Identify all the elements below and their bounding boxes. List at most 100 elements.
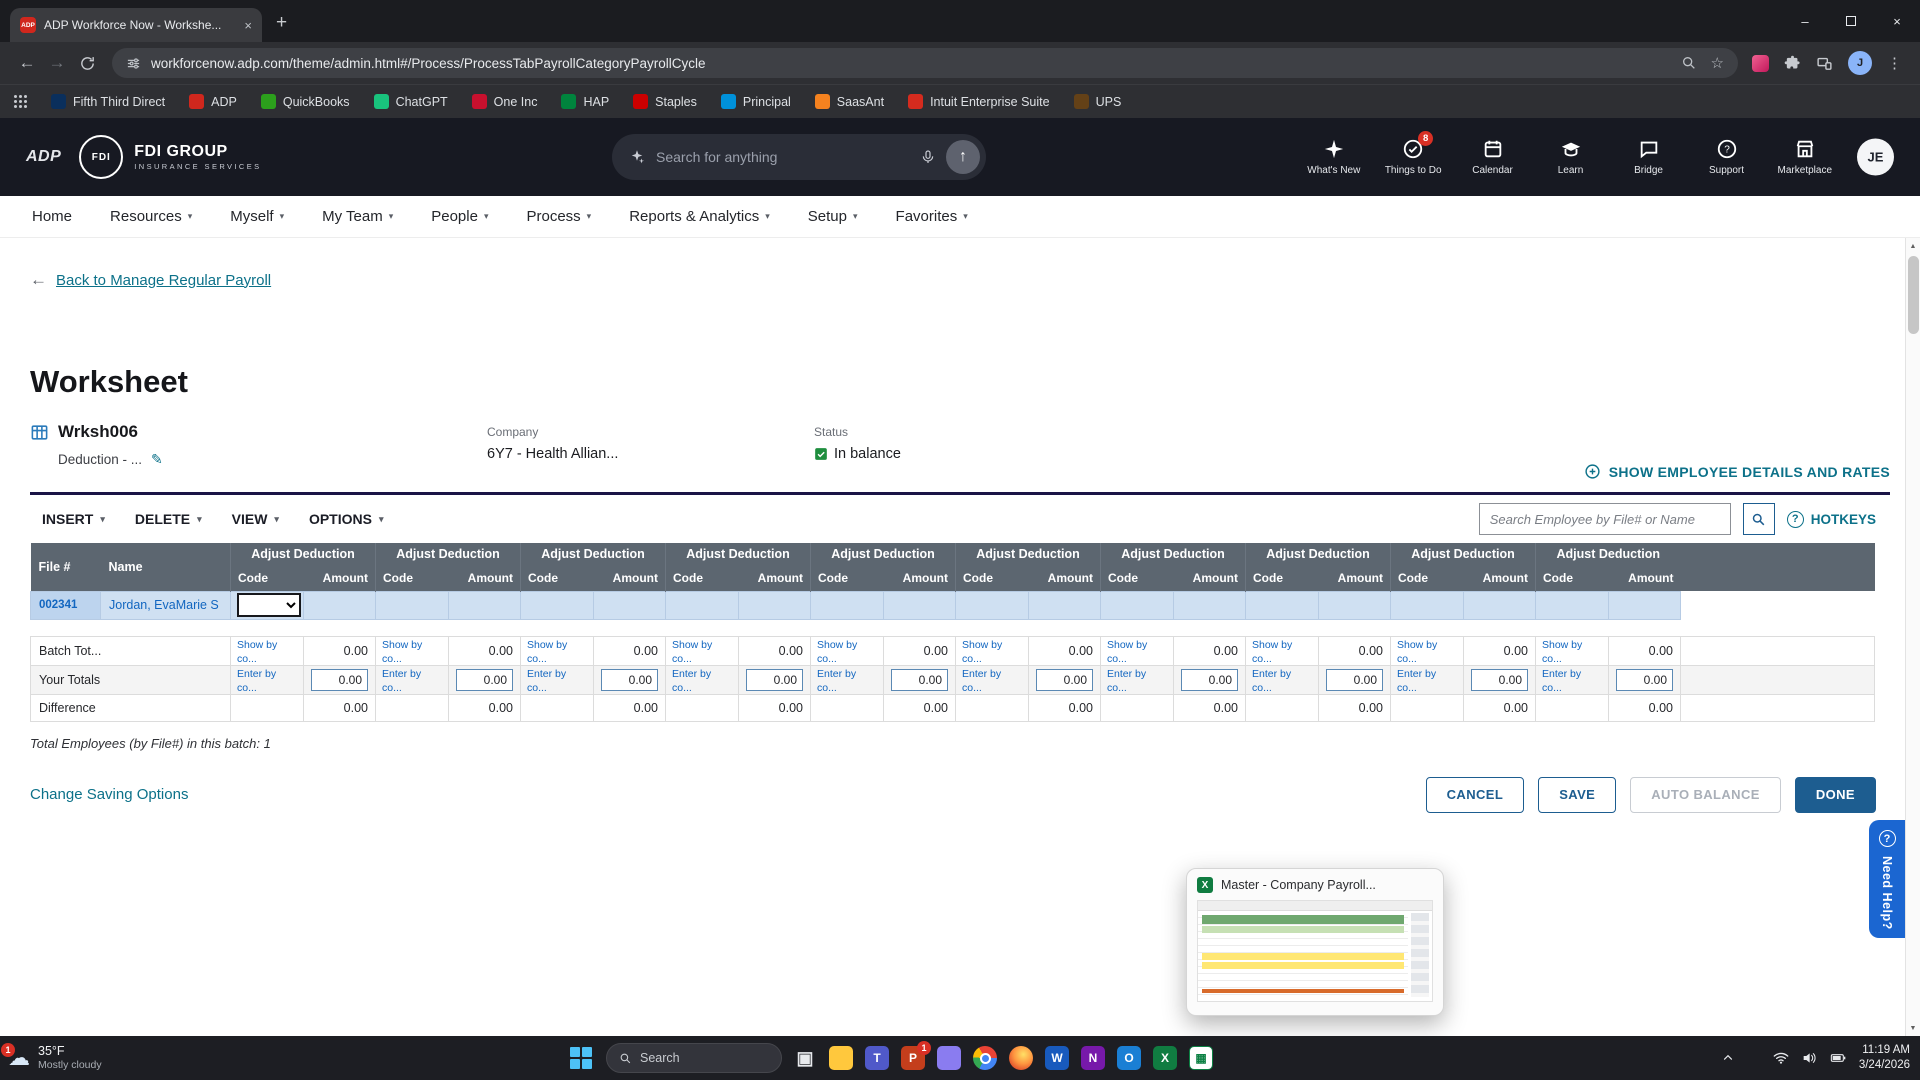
employee-amount-cell[interactable]	[1463, 590, 1536, 620]
show-by-code-link[interactable]: Show by co...	[1542, 639, 1582, 665]
header-whats-new-button[interactable]: What's New	[1307, 138, 1361, 176]
pinned-extension-icon[interactable]	[1752, 54, 1769, 72]
taskbar-task-view-icon[interactable]: ▣	[792, 1045, 818, 1071]
enter-by-code-link[interactable]: Enter by co...	[1397, 668, 1436, 694]
minimize-button[interactable]: –	[1782, 0, 1828, 42]
bookmark-item[interactable]: Fifth Third Direct	[51, 94, 165, 109]
employee-search-input[interactable]	[1478, 503, 1731, 535]
delete-menu-button[interactable]: DELETE ▾	[135, 511, 202, 527]
employee-amount-cell[interactable]	[1608, 590, 1681, 620]
browser-profile-avatar[interactable]: J	[1848, 51, 1872, 75]
enter-by-code-link[interactable]: Enter by co...	[1542, 668, 1581, 694]
show-by-code-link[interactable]: Show by co...	[1107, 639, 1147, 665]
weather-widget[interactable]: ☁ 1 35°F Mostly cloudy	[1, 1036, 102, 1080]
wifi-icon[interactable]	[1773, 1050, 1789, 1066]
options-menu-button[interactable]: OPTIONS ▾	[309, 511, 384, 527]
search-submit-button[interactable]: ↑	[946, 140, 980, 174]
scrollbar-thumb[interactable]	[1908, 256, 1919, 334]
nav-item-people[interactable]: People ▾	[431, 208, 488, 225]
enter-by-code-link[interactable]: Enter by co...	[382, 668, 421, 694]
nav-item-setup[interactable]: Setup ▾	[808, 208, 858, 225]
edit-pencil-icon[interactable]: ✎	[151, 451, 163, 468]
show-by-code-link[interactable]: Show by co...	[817, 639, 857, 665]
excel-preview-window[interactable]: X Master - Company Payroll...	[1186, 868, 1444, 1016]
reload-icon[interactable]	[72, 48, 102, 78]
done-button[interactable]: DONE	[1794, 776, 1876, 813]
tab-close-icon[interactable]: ×	[244, 18, 252, 33]
maximize-button[interactable]	[1828, 0, 1874, 42]
user-avatar[interactable]: JE	[1857, 138, 1894, 176]
forward-icon[interactable]: →	[42, 48, 72, 78]
scroll-down-arrow-icon[interactable]: ▼	[1906, 1020, 1920, 1036]
start-button[interactable]	[570, 1047, 592, 1069]
show-by-code-link[interactable]: Show by co...	[1397, 639, 1437, 665]
bookmark-item[interactable]: ChatGPT	[373, 94, 448, 109]
battery-icon[interactable]	[1829, 1050, 1847, 1066]
employee-code-cell[interactable]	[230, 590, 304, 620]
nav-item-favorites[interactable]: Favorites ▾	[896, 208, 968, 225]
apps-grid-icon[interactable]	[14, 95, 27, 108]
lens-search-icon[interactable]	[1681, 55, 1697, 71]
taskbar-file-explorer-icon[interactable]	[828, 1045, 854, 1071]
devices-icon[interactable]	[1816, 55, 1833, 72]
show-by-code-link[interactable]: Show by co...	[962, 639, 1002, 665]
employee-code-cell[interactable]	[375, 590, 449, 620]
employee-code-cell[interactable]	[1245, 590, 1319, 620]
employee-search-button[interactable]	[1742, 503, 1775, 535]
your-total-amount-input[interactable]	[1326, 668, 1383, 691]
extensions-puzzle-icon[interactable]	[1784, 55, 1801, 72]
show-by-code-link[interactable]: Show by co...	[527, 639, 567, 665]
taskbar-clock[interactable]: 11:19 AM 3/24/2026	[1859, 1043, 1910, 1073]
employee-amount-cell[interactable]	[303, 590, 376, 620]
global-search-input[interactable]	[656, 149, 910, 165]
nav-item-myself[interactable]: Myself ▾	[230, 208, 284, 225]
bookmark-star-icon[interactable]: ☆	[1711, 54, 1724, 72]
close-button[interactable]: ×	[1874, 0, 1920, 42]
new-tab-button[interactable]: +	[276, 12, 287, 34]
your-total-amount-input[interactable]	[1616, 668, 1673, 691]
employee-code-cell[interactable]	[665, 590, 739, 620]
cancel-button[interactable]: CANCEL	[1425, 776, 1525, 813]
your-total-amount-input[interactable]	[601, 668, 658, 691]
view-menu-button[interactable]: VIEW ▾	[232, 511, 279, 527]
employee-amount-cell[interactable]	[1028, 590, 1101, 620]
show-by-code-link[interactable]: Show by co...	[672, 639, 712, 665]
your-total-amount-input[interactable]	[311, 668, 368, 691]
bookmark-item[interactable]: HAP	[561, 94, 609, 109]
enter-by-code-link[interactable]: Enter by co...	[237, 668, 276, 694]
nav-item-process[interactable]: Process ▾	[526, 208, 591, 225]
enter-by-code-link[interactable]: Enter by co...	[1107, 668, 1146, 694]
taskbar-search[interactable]: Search	[606, 1043, 782, 1073]
bookmark-item[interactable]: Intuit Enterprise Suite	[908, 94, 1050, 109]
spreadsheet-thumbnail[interactable]	[1197, 900, 1433, 1002]
employee-amount-cell[interactable]	[593, 590, 666, 620]
employee-code-cell[interactable]	[1100, 590, 1174, 620]
site-info-icon[interactable]	[126, 56, 141, 71]
employee-code-cell[interactable]	[520, 590, 594, 620]
header-support-button[interactable]: ? Support	[1700, 138, 1754, 176]
header-calendar-button[interactable]: Calendar	[1466, 138, 1520, 176]
taskbar-chrome-icon[interactable]	[972, 1045, 998, 1071]
header-bridge-button[interactable]: Bridge	[1622, 138, 1676, 176]
nav-item-home[interactable]: Home	[32, 208, 72, 225]
auto-balance-button[interactable]: AUTO BALANCE	[1630, 776, 1781, 813]
nav-item-resources[interactable]: Resources ▾	[110, 208, 192, 225]
back-icon[interactable]: ←	[12, 48, 42, 78]
your-total-amount-input[interactable]	[1181, 668, 1238, 691]
pen-icon[interactable]	[1747, 1051, 1761, 1065]
page-scrollbar[interactable]: ▲ ▼	[1905, 238, 1920, 1036]
nav-item-my-team[interactable]: My Team ▾	[322, 208, 393, 225]
bookmark-item[interactable]: QuickBooks	[260, 94, 350, 109]
employee-amount-cell[interactable]	[1173, 590, 1246, 620]
header-things-to-do-button[interactable]: 8 Things to Do	[1385, 131, 1442, 176]
your-total-amount-input[interactable]	[746, 668, 803, 691]
browser-tab[interactable]: ADP ADP Workforce Now - Workshe... ×	[10, 8, 262, 42]
your-total-amount-input[interactable]	[1471, 668, 1528, 691]
bookmark-item[interactable]: UPS	[1073, 94, 1121, 109]
enter-by-code-link[interactable]: Enter by co...	[672, 668, 711, 694]
need-help-tab[interactable]: ? Need Help?	[1869, 820, 1905, 938]
employee-amount-cell[interactable]	[448, 590, 521, 620]
header-learn-button[interactable]: Learn	[1544, 138, 1598, 176]
show-by-code-link[interactable]: Show by co...	[382, 639, 422, 665]
nav-item-reports-analytics[interactable]: Reports & Analytics ▾	[629, 208, 770, 225]
